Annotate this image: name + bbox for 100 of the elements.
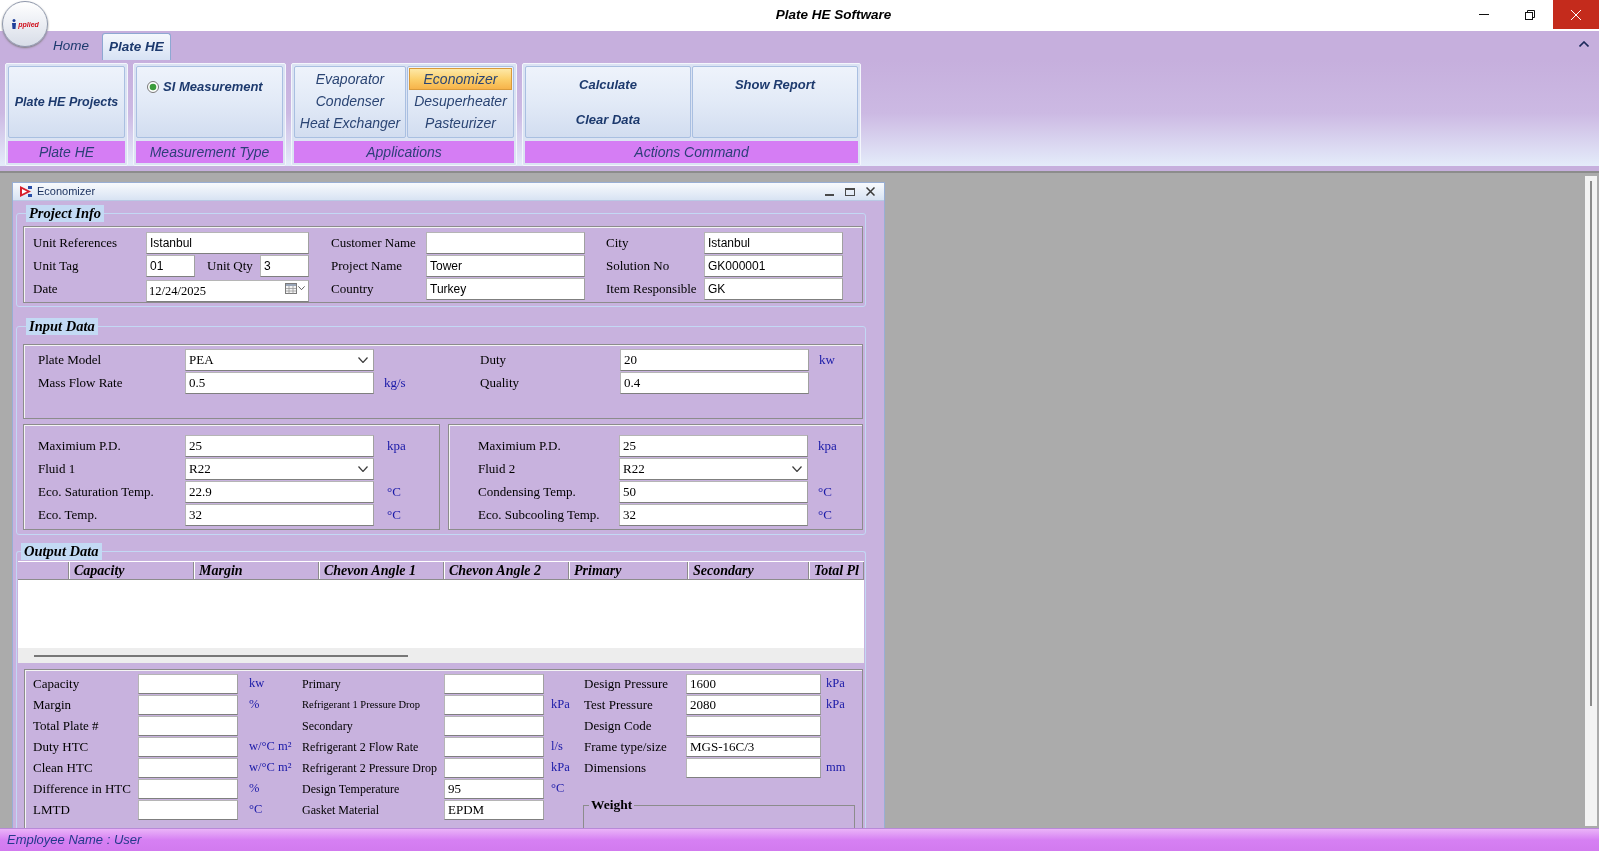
- text-field[interactable]: 25: [619, 434, 808, 457]
- unit-label: kPa: [826, 696, 845, 714]
- text-field[interactable]: GK000001: [704, 254, 843, 277]
- unit-label: mm: [826, 759, 846, 777]
- unit-label: kg/s: [384, 373, 406, 392]
- radio-label[interactable]: SI Measurement: [163, 77, 263, 97]
- text-field[interactable]: [138, 673, 238, 694]
- text-field[interactable]: 50: [619, 480, 808, 503]
- app-icon[interactable]: [19, 185, 33, 198]
- field-label: Unit References: [33, 233, 119, 252]
- text-field[interactable]: MGS-16C/3: [686, 736, 821, 757]
- text-field[interactable]: 2080: [686, 694, 821, 715]
- text-field[interactable]: [444, 673, 544, 694]
- application-item[interactable]: Pasteurizer: [409, 112, 512, 134]
- group-label: Actions Command: [525, 141, 858, 163]
- section-title: Weight: [590, 797, 634, 813]
- field-label: Maximium P.D.: [478, 436, 562, 455]
- unit-label: %: [249, 780, 260, 798]
- text-field[interactable]: 01: [146, 254, 195, 277]
- unit-label: kPa: [551, 696, 570, 714]
- maximize-icon[interactable]: [845, 187, 855, 196]
- field-label: Design Pressure: [584, 674, 670, 693]
- chevron-up-icon[interactable]: [1579, 41, 1589, 47]
- text-field[interactable]: [426, 231, 585, 254]
- application-item[interactable]: Condenser: [296, 90, 404, 112]
- text-field[interactable]: 0.4: [620, 371, 809, 394]
- text-field[interactable]: [138, 715, 238, 736]
- unit-label: °C: [551, 780, 565, 798]
- field-label: Country: [331, 279, 375, 298]
- ribbon-tab[interactable]: Plate HE: [102, 33, 171, 60]
- column-header: Total Pl: [809, 562, 864, 579]
- close-icon[interactable]: [866, 187, 875, 196]
- ribbon-button[interactable]: Calculate: [526, 67, 690, 102]
- field-label: Difference in HTC: [33, 779, 132, 798]
- chevron-down-icon: [358, 356, 368, 363]
- field-label: Eco. Temp.: [38, 505, 99, 524]
- text-field[interactable]: 32: [185, 503, 374, 526]
- restore-icon[interactable]: [1525, 9, 1535, 20]
- text-field[interactable]: 25: [185, 434, 374, 457]
- horizontal-scrollbar[interactable]: [18, 648, 864, 663]
- date-field[interactable]: 12/24/2025: [146, 280, 309, 302]
- caret-down-icon: [298, 286, 305, 290]
- text-field[interactable]: EPDM: [444, 799, 544, 820]
- text-field[interactable]: [686, 715, 821, 736]
- unit-label: kpa: [387, 436, 406, 455]
- field-label: Project Name: [331, 256, 404, 275]
- ribbon-button[interactable]: Show Report: [693, 67, 857, 102]
- minimize-icon[interactable]: [825, 193, 834, 196]
- text-field[interactable]: [138, 757, 238, 778]
- text-field[interactable]: Turkey: [426, 277, 585, 300]
- vertical-scrollbar[interactable]: [1585, 176, 1597, 826]
- text-field[interactable]: 32: [619, 503, 808, 526]
- text-field[interactable]: [138, 694, 238, 715]
- unit-label: kPa: [551, 759, 570, 777]
- ribbon-tab[interactable]: Home: [46, 33, 96, 60]
- text-field[interactable]: GK: [704, 277, 843, 300]
- dropdown[interactable]: R22: [619, 457, 808, 480]
- text-field[interactable]: 1600: [686, 673, 821, 694]
- calendar-icon[interactable]: [285, 282, 297, 294]
- field-label: Duty HTC: [33, 737, 90, 756]
- text-field[interactable]: [138, 778, 238, 799]
- text-field[interactable]: [138, 736, 238, 757]
- column-header: Margin: [194, 562, 319, 579]
- section-title: Input Data: [26, 318, 98, 335]
- application-item[interactable]: Desuperheater: [409, 90, 512, 112]
- unit-label: kPa: [826, 675, 845, 693]
- field-label: LMTD: [33, 800, 71, 819]
- text-field[interactable]: [444, 715, 544, 736]
- text-field[interactable]: [444, 694, 544, 715]
- text-field[interactable]: 20: [620, 348, 809, 371]
- column-header: Chevon Angle 1: [319, 562, 444, 579]
- dropdown[interactable]: R22: [185, 457, 374, 480]
- field-label: Refrigerant 1 Pressure Drop: [302, 697, 422, 712]
- window-title: Plate HE Software: [775, 6, 892, 25]
- unit-label: °C: [387, 482, 401, 501]
- text-field[interactable]: 22.9: [185, 480, 374, 503]
- application-item[interactable]: Evaporator: [296, 68, 404, 90]
- radio-icon[interactable]: [147, 80, 159, 93]
- text-field[interactable]: [444, 736, 544, 757]
- field-label: Duty: [480, 350, 507, 369]
- text-field[interactable]: Istanbul: [704, 231, 843, 254]
- ribbon-button[interactable]: Clear Data: [526, 102, 690, 137]
- unit-label: w/°C m²: [249, 738, 292, 756]
- column-header: Secondary: [688, 562, 809, 579]
- ribbon-button[interactable]: Plate HE Projects: [8, 66, 125, 138]
- text-field[interactable]: Istanbul: [146, 231, 309, 254]
- application-item[interactable]: Heat Exchanger: [296, 112, 404, 134]
- unit-label: °C: [387, 505, 401, 524]
- text-field[interactable]: Tower: [426, 254, 585, 277]
- dropdown[interactable]: PEA: [185, 348, 374, 371]
- text-field[interactable]: 95: [444, 778, 544, 799]
- text-field[interactable]: [138, 799, 238, 820]
- unit-label: °C: [818, 505, 832, 524]
- text-field[interactable]: [686, 757, 821, 778]
- text-field[interactable]: 0.5: [185, 371, 374, 394]
- text-field[interactable]: [444, 757, 544, 778]
- application-item[interactable]: Economizer: [409, 68, 512, 90]
- unit-label: w/°C m²: [249, 759, 292, 777]
- section-title: Output Data: [21, 543, 102, 560]
- text-field[interactable]: 3: [260, 254, 309, 277]
